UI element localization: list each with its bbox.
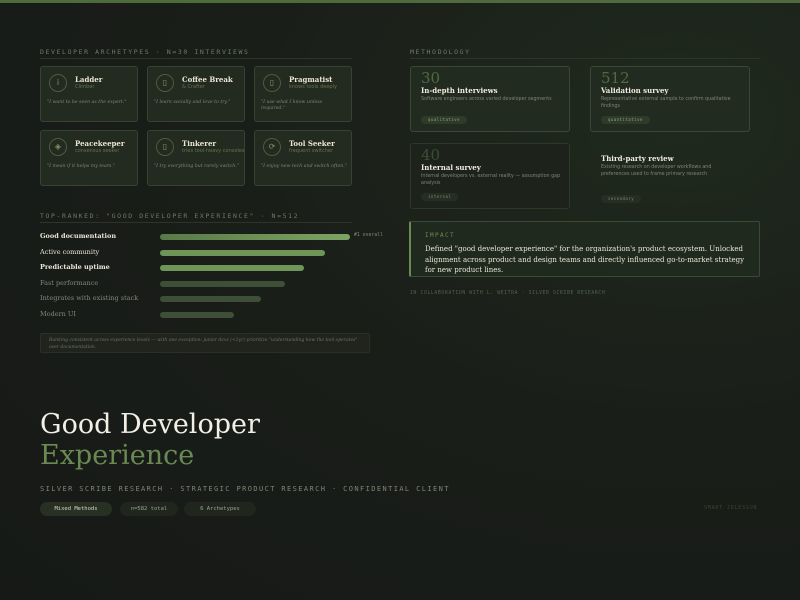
archetype-quote: "I want to be seen as the expert." bbox=[47, 100, 127, 105]
ranked-bar-track bbox=[160, 296, 350, 303]
archetype-card[interactable]: ▯ Coffee Break & Crafter "I learn social… bbox=[147, 66, 245, 122]
archetype-subtitle: & Crafter bbox=[182, 84, 205, 90]
archetype-name: Tool Seeker bbox=[289, 139, 335, 148]
ranked-bar bbox=[160, 249, 325, 256]
impact-callout: IMPACT Defined "good developer experienc… bbox=[409, 221, 760, 277]
archetype-card[interactable]: ◈ Peacekeeper consensus seeker "I mean i… bbox=[40, 130, 138, 186]
archetype-quote: "I learn socially and love to try." bbox=[154, 100, 231, 105]
ranked-row: Active community bbox=[40, 248, 380, 258]
ranked-divider bbox=[40, 222, 352, 223]
ranked-bar bbox=[160, 234, 350, 240]
ranked-heading: TOP-RANKED: "GOOD DEVELOPER EXPERIENCE" … bbox=[40, 212, 300, 220]
archetype-card[interactable]: ⅰ Ladder Climber "I want to be seen as t… bbox=[40, 66, 138, 122]
methodology-divider bbox=[410, 58, 760, 59]
method-tag: secondary bbox=[601, 195, 642, 203]
methodology-heading: METHODOLOGY bbox=[410, 48, 471, 56]
method-tag: qualitative bbox=[421, 116, 467, 124]
method-title: Validation survey bbox=[601, 86, 669, 95]
ranked-row: Modern UI bbox=[40, 310, 380, 320]
archetype-name: Pragmatist bbox=[289, 75, 333, 84]
tag-pill-methods[interactable]: Mixed Methods bbox=[40, 502, 112, 516]
ranked-bar-track bbox=[160, 249, 350, 256]
archetype-card[interactable]: ⟳ Tool Seeker frequent switcher "I enjoy… bbox=[254, 130, 352, 186]
footnote-text: Ranking consistent across experience lev… bbox=[49, 338, 358, 350]
method-title: In-depth interviews bbox=[421, 86, 498, 95]
archetype-card[interactable]: ▯ Tinkerer tries tool-heavy consoles "I … bbox=[147, 130, 245, 186]
archetypes-heading: DEVELOPER ARCHETYPES · N=30 INTERVIEWS bbox=[40, 48, 250, 56]
ranked-bar bbox=[160, 280, 285, 287]
ranked-label: Modern UI bbox=[40, 310, 76, 318]
archetype-subtitle: frequent switcher bbox=[289, 148, 334, 154]
archetype-grid: ⅰ Ladder Climber "I want to be seen as t… bbox=[40, 66, 352, 186]
method-description: Representative external sample to confir… bbox=[601, 97, 731, 109]
archetype-subtitle: knows tools deeply bbox=[289, 84, 337, 90]
method-description: Internal developers vs. external reality… bbox=[421, 174, 561, 186]
hero-byline: SILVER SCRIBE RESEARCH · STRATEGIC PRODU… bbox=[40, 485, 450, 493]
ranked-label: Active community bbox=[40, 247, 100, 256]
ranked-label: Predictable uptime bbox=[40, 263, 110, 272]
hero-title-line-2: Experience bbox=[40, 440, 195, 471]
archetype-subtitle: tries tool-heavy consoles bbox=[182, 148, 245, 154]
ranked-top-note: #1 overall bbox=[354, 233, 383, 238]
hero-title-line-1: Good Developer bbox=[40, 409, 260, 440]
archetype-icon: ▯ bbox=[263, 74, 281, 92]
method-title: Internal survey bbox=[421, 163, 481, 172]
ranked-bar-track bbox=[160, 312, 350, 318]
archetype-name: Peacekeeper bbox=[75, 139, 125, 148]
ranked-bar bbox=[160, 296, 261, 303]
archetype-name: Coffee Break bbox=[182, 75, 233, 84]
method-number: 30 bbox=[421, 69, 441, 87]
ranked-label: Integrates with existing stack bbox=[40, 294, 139, 303]
top-accent-bar bbox=[0, 0, 800, 3]
method-description: Existing research on developer workflows… bbox=[601, 165, 712, 177]
archetype-icon: ▯ bbox=[156, 74, 174, 92]
method-card-validation-survey[interactable]: 512 Validation survey Representative ext… bbox=[590, 66, 750, 132]
archetypes-divider bbox=[40, 58, 352, 59]
archetype-icon: ⟳ bbox=[263, 138, 281, 156]
tag-pill-sample-size[interactable]: n=582 total bbox=[120, 502, 178, 516]
archetype-quote: "I mean if it helps my team." bbox=[47, 164, 115, 169]
method-number: 512 bbox=[601, 69, 630, 87]
ranked-bar bbox=[160, 265, 304, 272]
method-description: Software engineers across varied develop… bbox=[421, 97, 552, 102]
brand-wordmark: SMART JULESSUN bbox=[704, 505, 758, 511]
impact-text: Defined "good developer experience" for … bbox=[425, 245, 745, 274]
archetype-quote: "I try everything but rarely switch." bbox=[154, 164, 239, 169]
ranked-row: Fast performance bbox=[40, 279, 380, 289]
method-tag: quantitative bbox=[601, 116, 650, 124]
archetype-quote: "I enjoy new tech and switch often." bbox=[261, 164, 347, 169]
method-card-interviews[interactable]: 30 In-depth interviews Software engineer… bbox=[410, 66, 570, 132]
tag-pill-archetypes[interactable]: 6 Archetypes bbox=[184, 502, 256, 516]
method-tag: internal bbox=[421, 193, 459, 201]
archetype-name: Ladder bbox=[75, 75, 103, 84]
archetype-icon: ⅰ bbox=[49, 74, 67, 92]
ranked-row: Good documentation #1 overall bbox=[40, 232, 383, 242]
method-number: 40 bbox=[421, 146, 441, 164]
ranked-bar bbox=[160, 312, 234, 318]
ranked-bar-track bbox=[160, 265, 350, 272]
ranked-row: Predictable uptime bbox=[40, 263, 380, 273]
ranked-row: Integrates with existing stack bbox=[40, 294, 380, 304]
archetype-subtitle: Climber bbox=[75, 84, 95, 90]
ranked-label: Good documentation bbox=[40, 232, 117, 240]
ranking-footnote: Ranking consistent across experience lev… bbox=[40, 333, 370, 353]
archetype-icon: ◈ bbox=[49, 138, 67, 156]
method-card-internal-survey[interactable]: 40 Internal survey Internal developers v… bbox=[410, 143, 570, 209]
method-title: Third-party review bbox=[601, 154, 674, 163]
archetype-name: Tinkerer bbox=[182, 139, 217, 148]
archetype-subtitle: consensus seeker bbox=[75, 148, 120, 154]
archetype-quote: "I use what I know unless required." bbox=[261, 100, 323, 111]
archetype-card[interactable]: ▯ Pragmatist knows tools deeply "I use w… bbox=[254, 66, 352, 122]
method-card-third-party-review[interactable]: Third-party review Existing research on … bbox=[590, 143, 750, 209]
collaboration-credit: IN COLLABORATION WITH L. WEITRA · SILVER… bbox=[410, 291, 606, 296]
impact-label: IMPACT bbox=[425, 232, 456, 239]
archetype-icon: ▯ bbox=[156, 138, 174, 156]
ranked-label: Fast performance bbox=[40, 278, 99, 287]
ranked-bar-track bbox=[160, 234, 350, 240]
ranked-bar-track bbox=[160, 280, 350, 287]
